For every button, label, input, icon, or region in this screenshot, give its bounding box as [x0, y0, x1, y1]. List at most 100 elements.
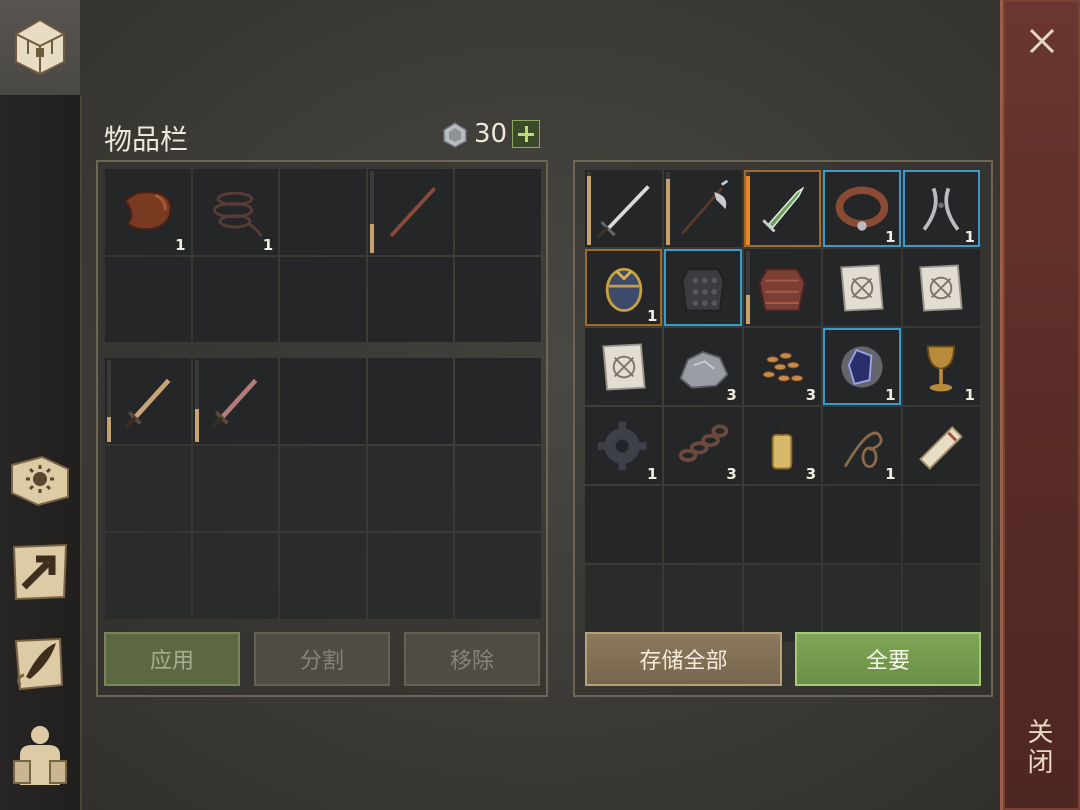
- empty-slot[interactable]: [455, 445, 541, 531]
- empty-slot[interactable]: [280, 256, 366, 342]
- storage-tab[interactable]: [0, 0, 80, 95]
- empty-slot[interactable]: [455, 358, 541, 444]
- pliers-icon: [922, 187, 960, 231]
- item-count: 3: [726, 386, 737, 404]
- empty-slot[interactable]: [823, 565, 901, 642]
- item-slot-short-sword[interactable]: [105, 358, 191, 444]
- arrow-map-icon[interactable]: [6, 537, 74, 605]
- empty-slot[interactable]: [105, 256, 191, 342]
- empty-slot[interactable]: [743, 486, 822, 563]
- page-title: 物品栏: [104, 123, 189, 156]
- empty-slot[interactable]: [455, 169, 541, 255]
- candle-icon: [772, 426, 793, 469]
- empty-slot[interactable]: [823, 486, 901, 563]
- empty-slot[interactable]: [664, 565, 742, 642]
- item-slot-scroll[interactable]: [902, 407, 980, 484]
- item-slot-crystal[interactable]: 1: [823, 328, 901, 405]
- durability-bar: [745, 175, 750, 245]
- item-count: 3: [805, 465, 817, 483]
- scroll-icon: [919, 425, 964, 470]
- empty-slot[interactable]: [367, 358, 454, 444]
- crystal-icon: [841, 345, 883, 388]
- jade-dagger-icon: [762, 185, 805, 232]
- sun-book-icon[interactable]: [6, 447, 74, 515]
- quill-scroll-icon[interactable]: [6, 629, 74, 697]
- remove-button[interactable]: 移除: [404, 632, 540, 686]
- silver-coin-icon: [443, 122, 467, 148]
- item-slot-stone[interactable]: 3: [664, 328, 742, 405]
- egg-icon: [605, 267, 642, 312]
- item-slot-chainmail[interactable]: [664, 249, 742, 326]
- item-count: 3: [805, 386, 817, 404]
- item-slot-red-sword[interactable]: [192, 358, 279, 444]
- item-slot-gear[interactable]: 1: [585, 407, 663, 484]
- tunic-icon: [758, 267, 806, 311]
- item-slot-stick[interactable]: [367, 169, 454, 255]
- stone-icon: [679, 350, 729, 389]
- item-slot-noose[interactable]: 1: [823, 407, 901, 484]
- seeds-icon: [763, 351, 804, 382]
- empty-slot[interactable]: [105, 533, 191, 619]
- chest-icon: [15, 18, 65, 76]
- split-button[interactable]: 分割: [254, 632, 390, 686]
- empty-slot[interactable]: [902, 565, 980, 642]
- close-label[interactable]: 关闭: [1023, 718, 1057, 778]
- durability-bar: [666, 179, 671, 245]
- item-slot-chain[interactable]: 3: [664, 407, 742, 484]
- durability-bar: [194, 408, 199, 442]
- empty-slot[interactable]: [105, 445, 191, 531]
- item-slot-blueprint[interactable]: [902, 249, 980, 326]
- empty-slot[interactable]: [367, 445, 454, 531]
- item-slot-jade-dagger[interactable]: [743, 170, 822, 247]
- blueprint-icon: [919, 264, 963, 311]
- empty-slot[interactable]: [585, 565, 663, 642]
- empty-slot[interactable]: [585, 486, 663, 563]
- blueprint-icon: [602, 343, 646, 390]
- blueprint-icon: [840, 264, 884, 311]
- item-slot-blueprint[interactable]: [823, 249, 901, 326]
- item-count: 1: [885, 465, 896, 483]
- empty-slot[interactable]: [455, 256, 541, 342]
- apply-button[interactable]: 应用: [104, 632, 240, 686]
- item-slot-pliers[interactable]: 1: [902, 170, 980, 247]
- empty-slot[interactable]: [280, 533, 366, 619]
- empty-slot[interactable]: [280, 445, 366, 531]
- empty-slot[interactable]: [192, 445, 279, 531]
- item-count: 1: [885, 228, 896, 246]
- close-bar[interactable]: 关闭: [1000, 0, 1080, 810]
- empty-slot[interactable]: [192, 533, 279, 619]
- item-count: 1: [175, 235, 186, 254]
- store-all-button[interactable]: 存储全部: [585, 632, 782, 686]
- empty-slot[interactable]: [455, 533, 541, 619]
- item-slot-egg[interactable]: 1: [585, 249, 663, 326]
- item-slot-tunic[interactable]: [743, 249, 822, 326]
- empty-slot[interactable]: [664, 486, 742, 563]
- item-slot-halberd[interactable]: [664, 170, 742, 247]
- add-currency-button[interactable]: [512, 120, 540, 148]
- empty-slot[interactable]: [367, 533, 454, 619]
- empty-slot[interactable]: [743, 565, 822, 642]
- empty-slot[interactable]: [192, 256, 279, 342]
- inventory-grid-bottom: [105, 358, 541, 619]
- close-icon[interactable]: [1025, 24, 1059, 58]
- item-slot-goblet[interactable]: 1: [902, 328, 980, 405]
- empty-slot[interactable]: [367, 256, 454, 342]
- storage-grid: 1 1 1 3 3 1 1 1 3 3 1: [585, 170, 980, 642]
- rope-icon: [213, 191, 263, 237]
- empty-slot[interactable]: [902, 486, 980, 563]
- take-all-button[interactable]: 全要: [795, 632, 981, 686]
- item-slot-seeds[interactable]: 3: [743, 328, 822, 405]
- backpack-icon[interactable]: [6, 721, 74, 789]
- empty-slot[interactable]: [280, 169, 366, 255]
- item-slot-leather[interactable]: 1: [105, 169, 191, 255]
- durability-bar: [369, 223, 374, 253]
- item-slot-rope[interactable]: 1: [192, 169, 279, 255]
- gear-icon: [597, 421, 647, 470]
- item-slot-longsword[interactable]: [585, 170, 663, 247]
- empty-slot[interactable]: [280, 358, 366, 444]
- item-slot-blueprint[interactable]: [585, 328, 663, 405]
- item-slot-candle[interactable]: 3: [743, 407, 822, 484]
- item-count: 1: [964, 386, 975, 404]
- goblet-icon: [927, 344, 956, 391]
- item-slot-collar[interactable]: 1: [823, 170, 901, 247]
